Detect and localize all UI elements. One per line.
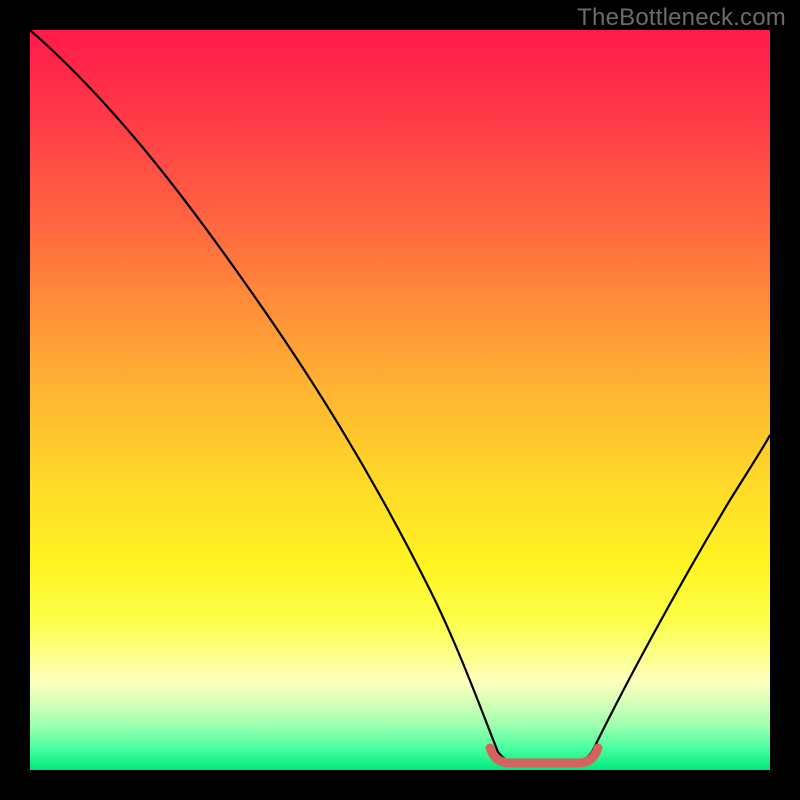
bottleneck-curve-line	[30, 30, 770, 763]
optimal-range-marker-line	[490, 748, 598, 763]
watermark-text: TheBottleneck.com	[577, 4, 786, 32]
plot-area	[30, 30, 770, 770]
chart-frame: TheBottleneck.com	[0, 0, 800, 800]
chart-svg	[30, 30, 770, 770]
